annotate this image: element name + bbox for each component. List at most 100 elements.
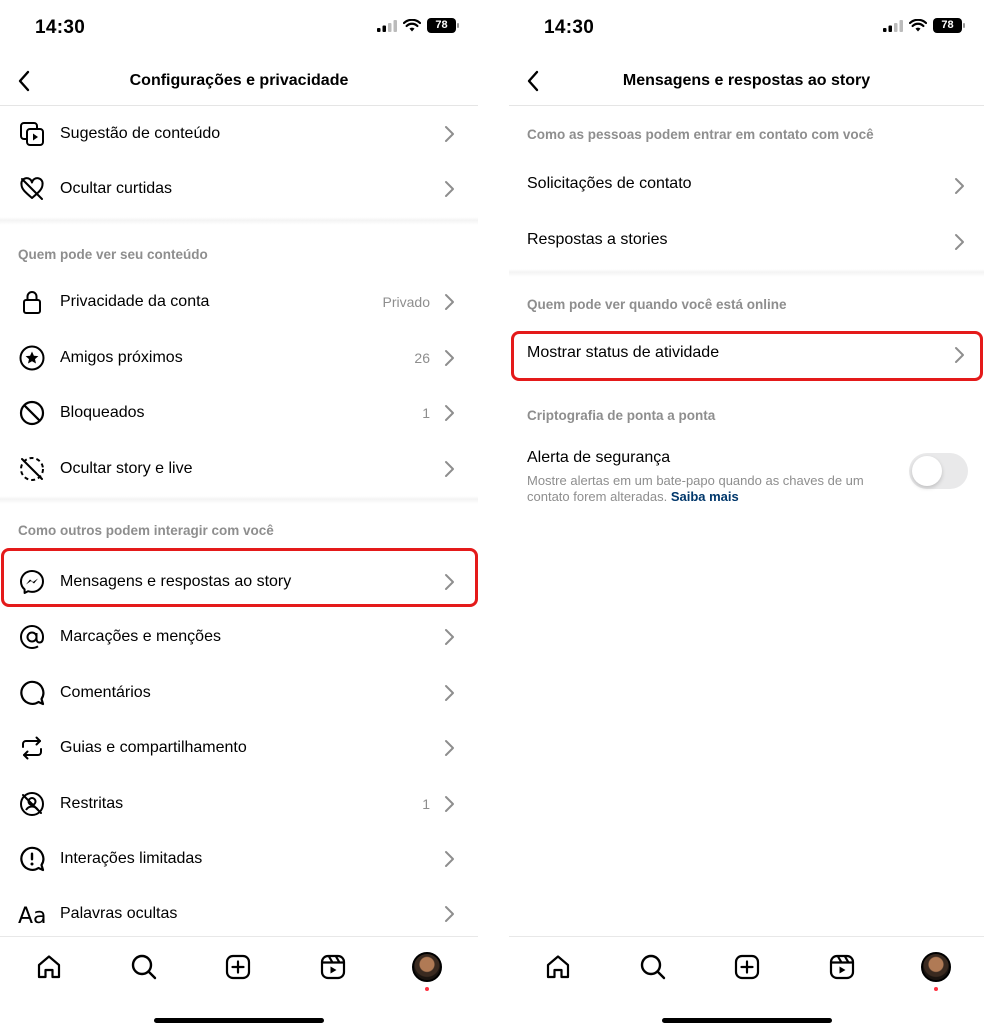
settings-item-label: Respostas a stories [527,230,668,248]
reels-icon [829,954,855,980]
cellular-signal-icon [377,19,397,32]
notification-dot [425,987,429,991]
settings-item-label: Interações limitadas [60,849,203,867]
chevron-right-icon [445,740,454,757]
share-icon [18,734,46,762]
tab-create[interactable] [222,951,254,983]
tab-bar [509,936,984,1033]
messenger-icon [18,568,46,596]
settings-item-label: Bloqueados [60,404,145,422]
chevron-right-icon [445,906,454,923]
settings-item-limited-interactions[interactable]: Interações limitadas [0,831,478,886]
settings-item-tags-mentions[interactable]: Marcações e menções [0,610,478,665]
settings-item-value: 1 [422,795,430,812]
settings-item-label: Guias e compartilhamento [60,739,247,757]
home-icon [37,955,61,979]
settings-item-label: Mostrar status de atividade [527,344,720,361]
settings-item-value: Privado [382,294,430,311]
toggle-knob [912,455,942,486]
tab-reels[interactable] [317,951,349,983]
text-aa-icon: Aa [18,900,46,928]
security-alert-toggle[interactable] [909,452,968,489]
cellular-signal-icon [883,19,903,32]
settings-item-label: Palavras ocultas [60,905,178,923]
at-sign-icon [18,623,46,651]
settings-list: Como as pessoas podem entrar em contato … [509,106,984,511]
settings-item-restricted[interactable]: Restritas 1 [0,776,478,831]
status-bar: 14:30 78 [0,0,478,56]
home-indicator [661,1018,832,1023]
chevron-right-icon [445,460,454,477]
settings-item-hide-story[interactable]: Ocultar story e live [0,441,478,496]
learn-more-link[interactable]: Saiba mais [671,489,739,504]
settings-item-blocked[interactable]: Bloqueados 1 [0,386,478,441]
chevron-right-icon [445,405,454,422]
nav-bar: Configurações e privacidade [0,56,478,106]
page-title: Configurações e privacidade [129,72,349,89]
section-title: Quem pode ver seu conteúdo [18,246,208,262]
section-header: Quem pode ver seu conteúdo [0,225,478,275]
chevron-right-icon [955,233,964,250]
section-title: Quem pode ver quando você está online [527,297,787,312]
section-title: Como outros podem interagir com você [18,523,274,539]
tab-home[interactable] [542,951,574,983]
create-icon [225,954,251,980]
chevron-right-icon [445,574,454,591]
tab-profile[interactable] [411,951,443,983]
settings-item-label: Privacidade da conta [60,293,210,311]
settings-item-value: 1 [422,405,430,422]
settings-item-account-privacy[interactable]: Privacidade da conta Privado [0,275,478,330]
settings-item-label: Comentários [60,683,151,701]
notification-dot [934,987,938,991]
settings-item-contact-requests[interactable]: Solicitações de contato [509,158,984,214]
settings-list: Sugestão de conteúdo Ocultar curtidas Qu… [0,106,478,942]
settings-item-label: Solicitações de contato [527,175,692,192]
status-icons: 78 [883,18,965,33]
hide-story-icon [18,455,46,483]
chevron-right-icon [445,629,454,646]
section-divider [509,269,984,277]
settings-item-label: Restritas [60,794,124,812]
status-time: 14:30 [544,17,595,38]
comment-icon [18,679,46,707]
home-icon [546,955,570,979]
limited-icon [18,845,46,873]
tab-create[interactable] [731,951,763,983]
tab-search[interactable] [128,951,160,983]
settings-item-label: Amigos próximos [60,348,183,366]
tab-search[interactable] [637,951,669,983]
nav-bar: Mensagens e respostas ao story [509,56,984,106]
wifi-icon [909,19,927,32]
settings-item-close-friends[interactable]: Amigos próximos 26 [0,330,478,385]
settings-item-label: Ocultar curtidas [60,180,173,198]
lock-icon [18,288,46,316]
chevron-right-icon [445,795,454,812]
settings-item-hide-likes[interactable]: Ocultar curtidas [0,161,478,216]
settings-item-activity-status[interactable]: Mostrar status de atividade [509,327,984,383]
status-bar: 14:30 78 [509,0,984,56]
settings-item-label: Marcações e menções [60,628,221,646]
section-title: Criptografia de ponta a ponta [527,407,716,423]
restricted-icon [18,790,46,818]
settings-item-sharing[interactable]: Guias e compartilhamento [0,721,478,776]
reels-icon [320,954,346,980]
settings-item-messages-story-replies[interactable]: Mensagens e respostas ao story [0,554,478,609]
security-alert-setting: Alerta de segurança Mostre alertas em um… [509,441,984,511]
security-alert-description: Mostre alertas em um bate-papo quando as… [527,473,897,506]
tab-reels[interactable] [826,951,858,983]
settings-item-label: Mensagens e respostas ao story [60,573,292,591]
tab-home[interactable] [33,951,65,983]
blocked-icon [18,399,46,427]
settings-item-story-replies[interactable]: Respostas a stories [509,214,984,270]
chevron-right-icon [445,850,454,867]
settings-item-suggested-content[interactable]: Sugestão de conteúdo [0,106,478,161]
settings-item-comments[interactable]: Comentários [0,665,478,720]
settings-item-label: Sugestão de conteúdo [60,124,221,142]
settings-privacy-screen: 14:30 78 Configurações e privacidade Sug… [0,0,478,1033]
svg-text:Aa: Aa [18,904,46,927]
chevron-right-icon [445,181,454,198]
tab-profile[interactable] [920,951,952,983]
settings-item-hidden-words[interactable]: Aa Palavras ocultas [0,887,478,942]
star-icon [18,344,46,372]
section-header: Quem pode ver quando você está online [509,277,984,327]
